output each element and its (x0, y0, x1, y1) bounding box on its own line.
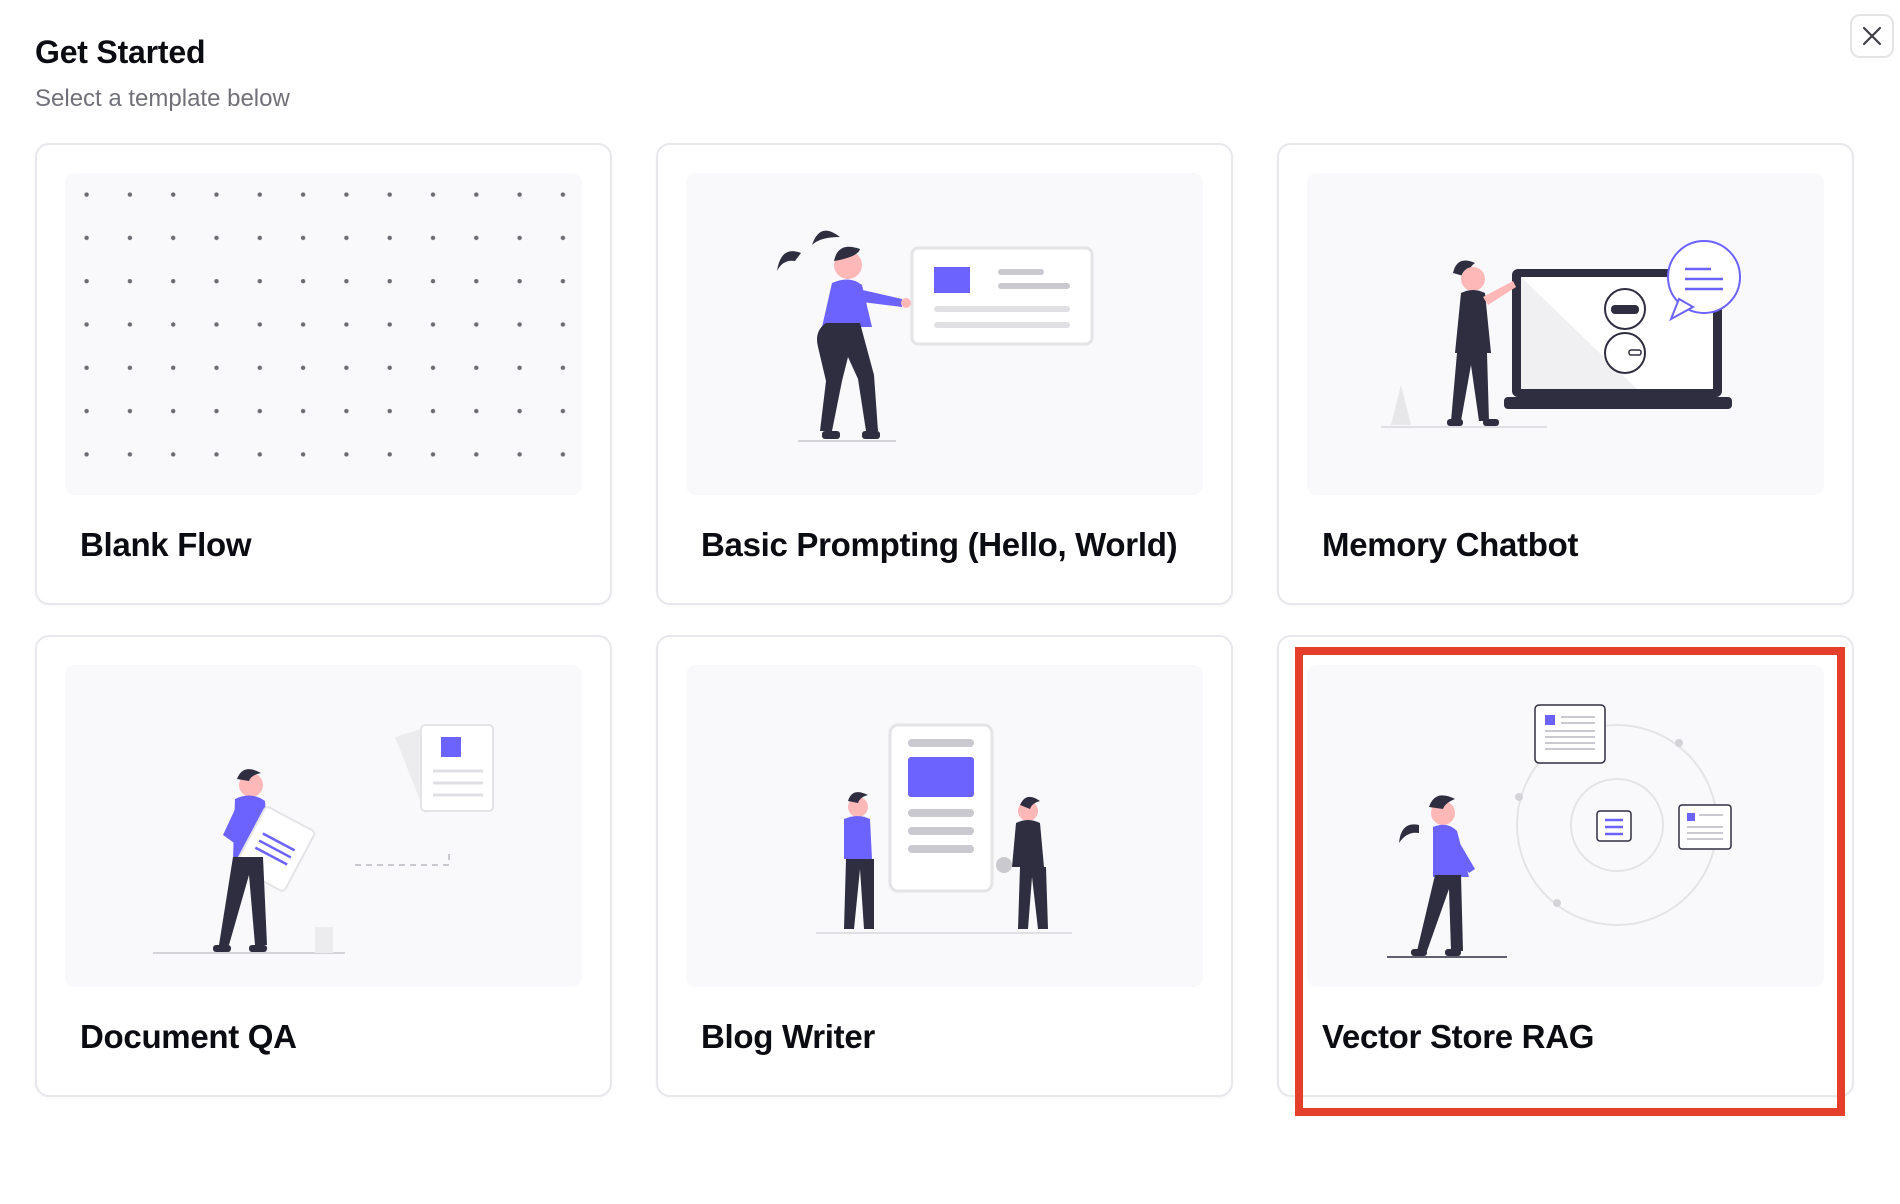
person-laptop-robot-chat-illustration (1307, 173, 1824, 495)
person-holding-document-illustration (65, 665, 582, 987)
template-title: Vector Store RAG (1322, 1018, 1595, 1055)
template-thumbnail (686, 665, 1203, 987)
template-card-memory-chatbot[interactable]: Memory Chatbot (1277, 143, 1854, 605)
get-started-dialog: Get Started Select a template below Blan… (0, 0, 1900, 1204)
close-icon (1862, 26, 1882, 46)
person-orbit-documents-illustration (1307, 665, 1824, 987)
two-people-article-illustration (686, 665, 1203, 987)
template-title: Blog Writer (701, 1018, 875, 1055)
template-thumbnail (1307, 665, 1824, 987)
template-title: Blank Flow (80, 526, 252, 563)
dot-grid-illustration (65, 173, 582, 495)
template-thumbnail (65, 173, 582, 495)
template-card-blog-writer[interactable]: Blog Writer (656, 635, 1233, 1097)
template-card-basic-prompting[interactable]: Basic Prompting (Hello, World) (656, 143, 1233, 605)
template-title: Memory Chatbot (1322, 526, 1579, 563)
template-title: Document QA (80, 1018, 297, 1055)
dialog-title: Get Started (35, 34, 206, 70)
template-card-vector-store-rag[interactable]: Vector Store RAG (1277, 635, 1854, 1097)
dialog-header: Get Started Select a template below (35, 32, 290, 114)
template-thumbnail (65, 665, 582, 987)
person-presenting-card-illustration (686, 173, 1203, 495)
dialog-subtitle: Select a template below (35, 85, 290, 112)
template-thumbnail (1307, 173, 1824, 495)
template-card-blank-flow[interactable]: Blank Flow (35, 143, 612, 605)
template-thumbnail (686, 173, 1203, 495)
template-grid: Blank Flow Basic Prompting (Hello, World… (35, 143, 1854, 1097)
close-button[interactable] (1850, 14, 1894, 58)
template-title: Basic Prompting (Hello, World) (701, 526, 1178, 563)
template-card-document-qa[interactable]: Document QA (35, 635, 612, 1097)
